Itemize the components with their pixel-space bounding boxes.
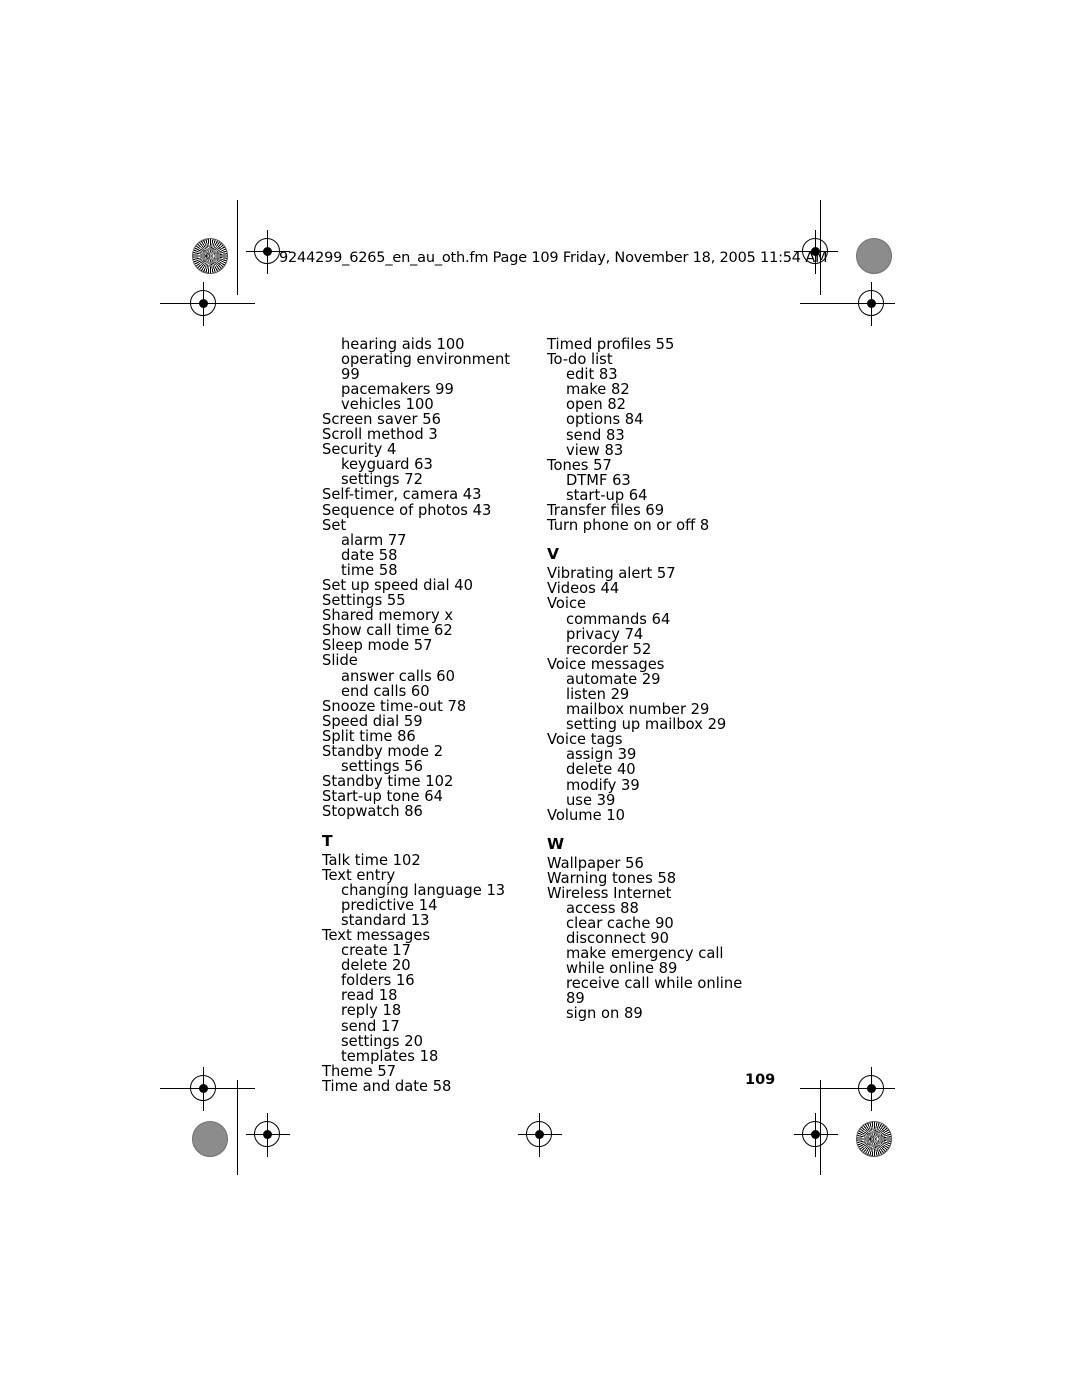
registration-target-bottom-center bbox=[518, 1113, 562, 1157]
index-entry: Volume 10 bbox=[547, 806, 625, 824]
index-subentry: sign on 89 bbox=[566, 1004, 643, 1022]
starburst-mark-top-left bbox=[192, 238, 228, 274]
index-entry: Turn phone on or off 8 bbox=[547, 517, 710, 535]
crop-line-left-vertical-bottom bbox=[237, 1080, 238, 1175]
crop-line-left-horizontal-bottom bbox=[160, 1088, 255, 1089]
crop-line-right-vertical-bottom bbox=[820, 1080, 821, 1175]
fm-header-text: 9244299_6265_en_au_oth.fm Page 109 Frida… bbox=[279, 250, 828, 266]
starburst-mark-bottom-right bbox=[856, 1121, 892, 1157]
crop-line-left-vertical bbox=[237, 200, 238, 295]
index-entry: Sequence of photos 43 bbox=[322, 501, 492, 519]
index-subentry: operating environment 99 bbox=[341, 351, 511, 383]
index-letter-heading: W bbox=[547, 834, 565, 853]
registration-target-bottom-inner-left bbox=[246, 1113, 290, 1157]
page-number: 109 bbox=[745, 1072, 776, 1088]
crop-line-right-vertical bbox=[820, 200, 821, 295]
crop-line-right-horizontal bbox=[800, 303, 895, 304]
index-column-left: hearing aids 100 operating environment 99… bbox=[322, 337, 530, 1095]
index-entry: Time and date 58 bbox=[322, 1077, 452, 1095]
index-letter-heading: V bbox=[547, 545, 559, 564]
gray-dot-mark-bottom-left bbox=[192, 1121, 228, 1157]
gray-dot-mark-top-right bbox=[856, 238, 892, 274]
index-entry: Stopwatch 86 bbox=[322, 803, 423, 821]
index-column-right: Timed profiles 55 To-do list edit 83 make 8… bbox=[547, 337, 755, 1022]
crop-line-right-horizontal-bottom bbox=[800, 1088, 895, 1089]
registration-target-top-center bbox=[246, 230, 290, 274]
crop-line-left-horizontal bbox=[160, 303, 255, 304]
index-letter-heading: T bbox=[322, 831, 333, 850]
registration-target-bottom-inner-right bbox=[794, 1113, 838, 1157]
index-subentry: make emergency call while online 89 bbox=[566, 945, 724, 977]
index-subentry: receive call while online 89 bbox=[566, 975, 743, 1007]
